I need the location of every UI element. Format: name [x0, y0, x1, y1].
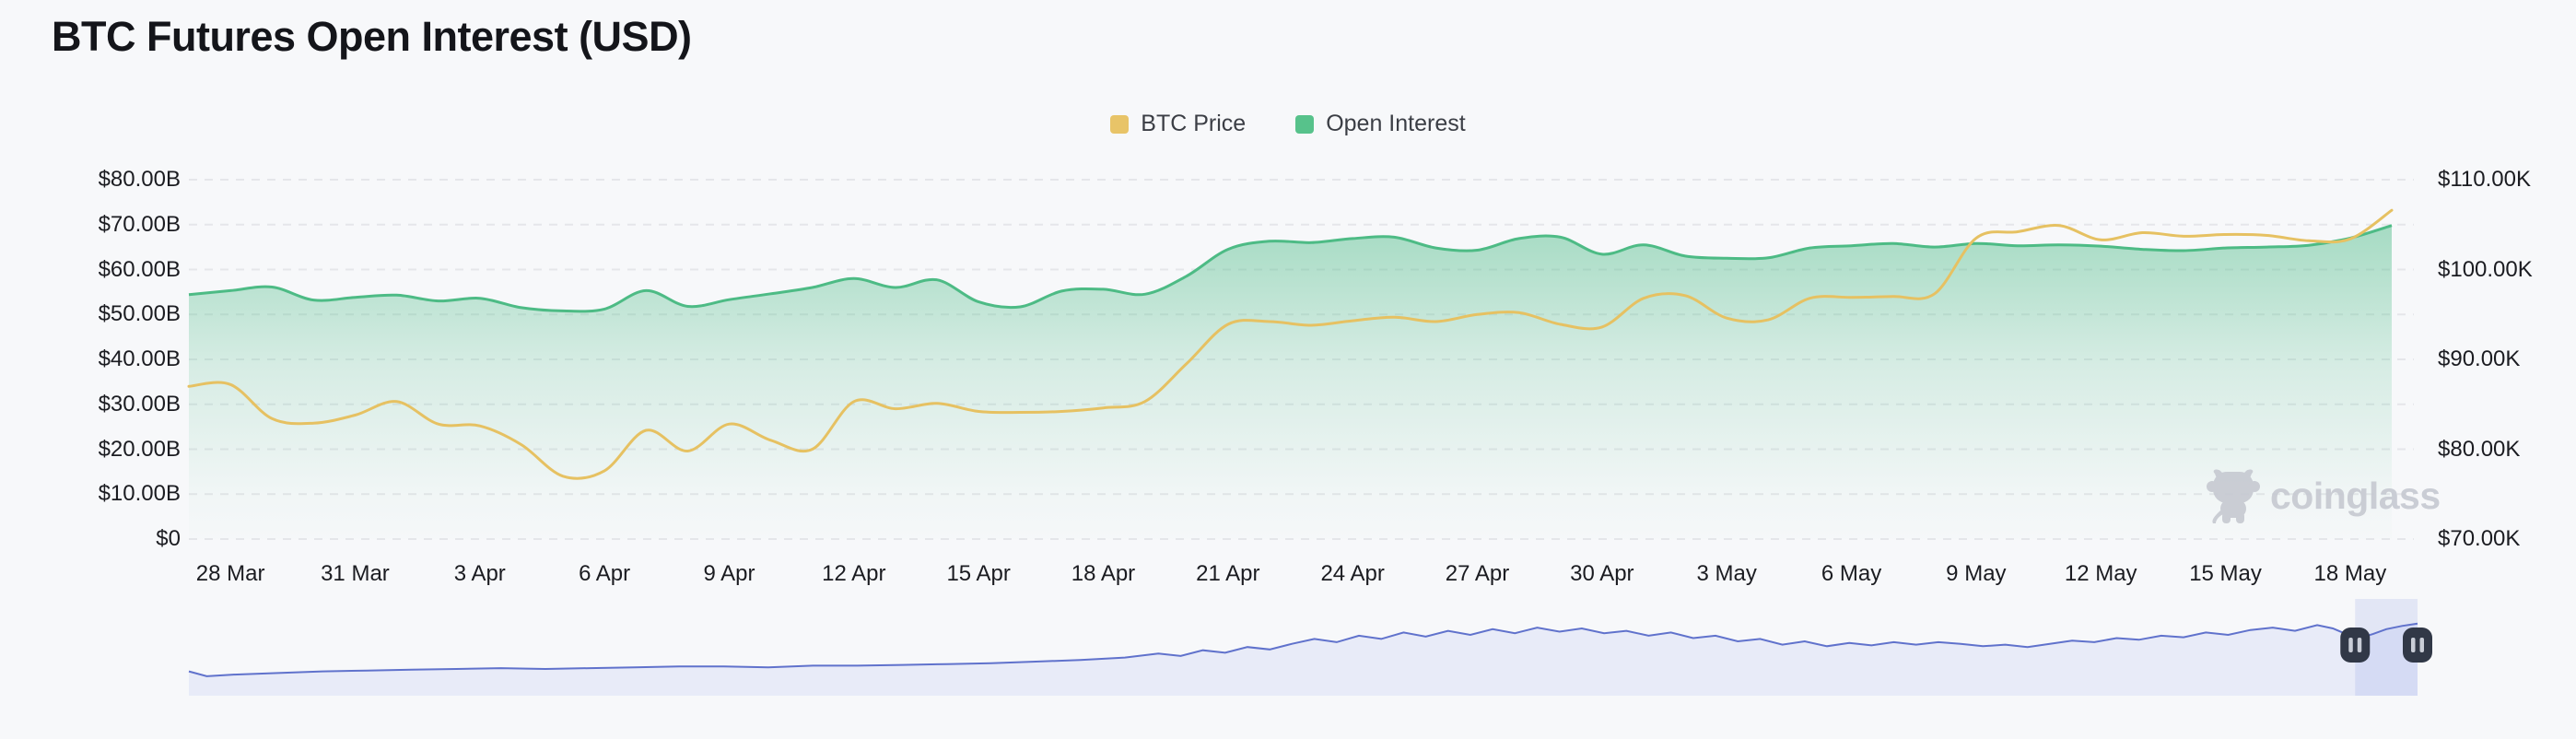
- legend-label-btc-price: BTC Price: [1141, 111, 1246, 137]
- right-axis-tick-label: $90.00K: [2438, 346, 2520, 372]
- page-title: BTC Futures Open Interest (USD): [52, 13, 692, 61]
- left-axis-tick-label: $80.00B: [99, 167, 181, 193]
- navigator-area[interactable]: [189, 624, 2418, 696]
- x-axis-tick-label: 21 Apr: [1196, 561, 1259, 587]
- x-axis-tick-label: 3 May: [1697, 561, 1757, 587]
- left-axis-tick-label: $0: [156, 526, 181, 552]
- x-axis-tick-label: 15 May: [2189, 561, 2262, 587]
- x-axis-tick-label: 9 Apr: [703, 561, 755, 587]
- right-axis-tick-label: $100.00K: [2438, 257, 2533, 283]
- navigator-right-handle[interactable]: [2403, 628, 2432, 663]
- btc-price-swatch-icon: [1110, 115, 1129, 134]
- coinglass-bull-icon: [2204, 466, 2263, 525]
- right-axis-tick-label: $70.00K: [2438, 526, 2520, 552]
- legend-item-open-interest[interactable]: Open Interest: [1295, 111, 1465, 137]
- x-axis-tick-label: 28 Mar: [196, 561, 265, 587]
- open-interest-swatch-icon: [1295, 115, 1314, 134]
- left-axis-tick-label: $30.00B: [99, 392, 181, 417]
- right-axis-tick-label: $110.00K: [2438, 167, 2531, 193]
- legend-item-btc-price[interactable]: BTC Price: [1110, 111, 1246, 137]
- right-axis-tick-label: $80.00K: [2438, 437, 2520, 463]
- chart-page: BTC Futures Open Interest (USD) BTC Pric…: [0, 0, 2576, 739]
- handle-grip[interactable]: [2340, 628, 2370, 663]
- chart-legend: BTC Price Open Interest: [0, 111, 2576, 137]
- pause-bar-icon: [2348, 638, 2353, 652]
- x-axis-tick-label: 18 May: [2314, 561, 2387, 587]
- x-axis-tick-label: 3 Apr: [454, 561, 506, 587]
- x-axis-tick-label: 30 Apr: [1570, 561, 1633, 587]
- x-axis-tick-label: 27 Apr: [1446, 561, 1509, 587]
- pause-bar-icon: [2411, 638, 2416, 652]
- x-axis-tick-label: 9 May: [1946, 561, 2006, 587]
- x-axis-tick-label: 6 Apr: [579, 561, 630, 587]
- x-axis-tick-label: 18 Apr: [1071, 561, 1135, 587]
- x-axis-tick-label: 12 May: [2065, 561, 2137, 587]
- open-interest-area: [189, 226, 2392, 539]
- left-axis-tick-label: $20.00B: [99, 437, 181, 463]
- legend-label-open-interest: Open Interest: [1326, 111, 1465, 137]
- x-axis-tick-label: 6 May: [1821, 561, 1881, 587]
- navigator-left-handle[interactable]: [2340, 628, 2370, 663]
- pause-bar-icon: [2358, 638, 2362, 652]
- coinglass-watermark: coinglass: [2204, 466, 2441, 525]
- x-axis-tick-label: 24 Apr: [1320, 561, 1384, 587]
- left-axis-tick-label: $50.00B: [99, 301, 181, 327]
- x-axis-tick-label: 15 Apr: [946, 561, 1010, 587]
- x-axis-tick-label: 31 Mar: [321, 561, 390, 587]
- left-axis-tick-label: $40.00B: [99, 346, 181, 372]
- pause-bar-icon: [2420, 638, 2425, 652]
- handle-grip[interactable]: [2403, 628, 2432, 663]
- left-axis-tick-label: $70.00B: [99, 212, 181, 238]
- left-axis-tick-label: $60.00B: [99, 257, 181, 283]
- x-axis-tick-label: 12 Apr: [822, 561, 885, 587]
- coinglass-watermark-text: coinglass: [2270, 475, 2441, 518]
- left-axis-tick-label: $10.00B: [99, 481, 181, 507]
